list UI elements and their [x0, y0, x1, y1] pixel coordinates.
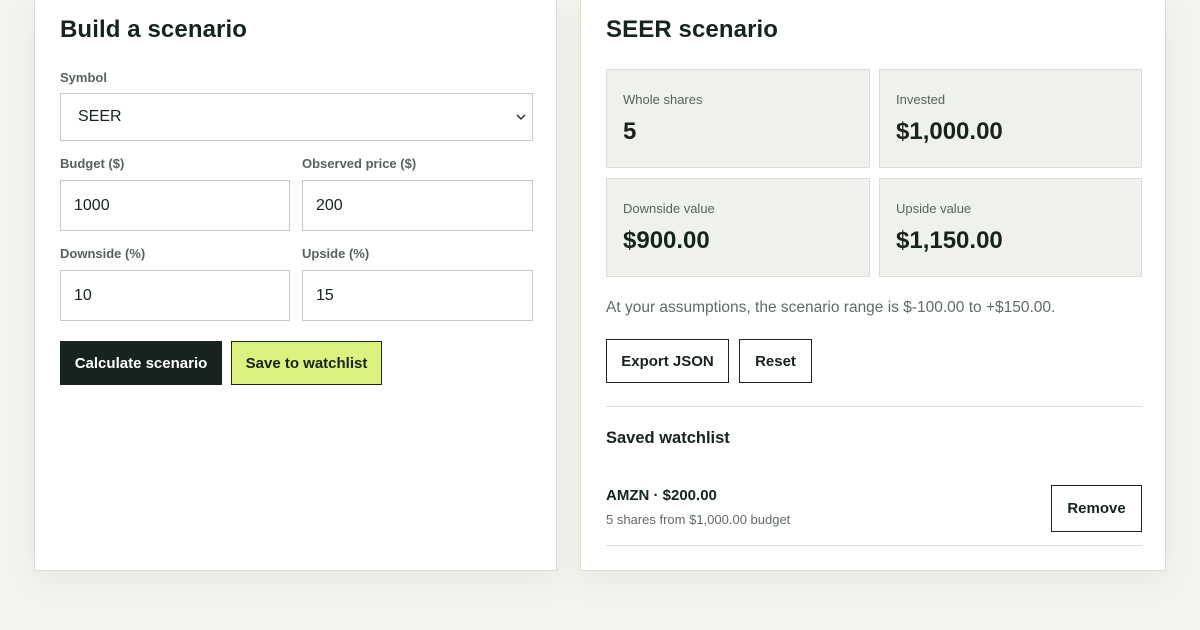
downside-label: Downside (%): [60, 246, 146, 261]
stat-downside-value: Downside value $900.00: [606, 178, 870, 277]
observed-price-input-value: 200: [316, 197, 343, 214]
stat-label: Whole shares: [623, 92, 703, 107]
stat-value: $900.00: [623, 227, 710, 254]
symbol-select[interactable]: SEER: [60, 93, 533, 141]
stat-value: $1,150.00: [896, 227, 1003, 254]
section-divider: [606, 406, 1142, 407]
chevron-down-icon: [516, 94, 526, 159]
scenario-summary: At your assumptions, the scenario range …: [606, 299, 1056, 316]
symbol-select-value: SEER: [78, 108, 122, 125]
stat-whole-shares: Whole shares 5: [606, 69, 870, 168]
upside-label: Upside (%): [302, 246, 370, 261]
scenario-result-panel: SEER scenario Whole shares 5 Invested $1…: [580, 0, 1166, 571]
watchlist-divider: [606, 545, 1142, 546]
budget-label: Budget ($): [60, 156, 125, 171]
observed-price-input[interactable]: 200: [302, 180, 533, 231]
scenario-title: SEER scenario: [606, 16, 779, 43]
downside-input[interactable]: 10: [60, 270, 290, 321]
scenario-builder-panel: Build a scenario Symbol SEER Budget ($) …: [34, 0, 557, 571]
watchlist-title: Saved watchlist: [606, 429, 730, 447]
stat-value: 5: [623, 118, 637, 145]
stat-upside-value: Upside value $1,150.00: [879, 178, 1142, 277]
calculate-scenario-button[interactable]: Calculate scenario: [60, 341, 222, 385]
budget-input-value: 1000: [74, 197, 110, 214]
stat-label: Upside value: [896, 201, 972, 216]
reset-button[interactable]: Reset: [739, 339, 812, 383]
export-json-button[interactable]: Export JSON: [606, 339, 729, 383]
save-to-watchlist-button[interactable]: Save to watchlist: [231, 341, 382, 385]
budget-input[interactable]: 1000: [60, 180, 290, 231]
downside-input-value: 10: [74, 287, 92, 304]
upside-input-value: 15: [316, 287, 334, 304]
stat-value: $1,000.00: [896, 118, 1003, 145]
watchlist-item-name: AMZN · $200.00: [606, 487, 717, 504]
remove-button[interactable]: Remove: [1051, 485, 1142, 532]
builder-title: Build a scenario: [60, 16, 247, 43]
stat-label: Invested: [896, 92, 946, 107]
symbol-label: Symbol: [60, 70, 107, 85]
stat-invested: Invested $1,000.00: [879, 69, 1142, 168]
stat-label: Downside value: [623, 201, 715, 216]
upside-input[interactable]: 15: [302, 270, 533, 321]
watchlist-item-detail: 5 shares from $1,000.00 budget: [606, 512, 791, 527]
observed-price-label: Observed price ($): [302, 156, 417, 171]
